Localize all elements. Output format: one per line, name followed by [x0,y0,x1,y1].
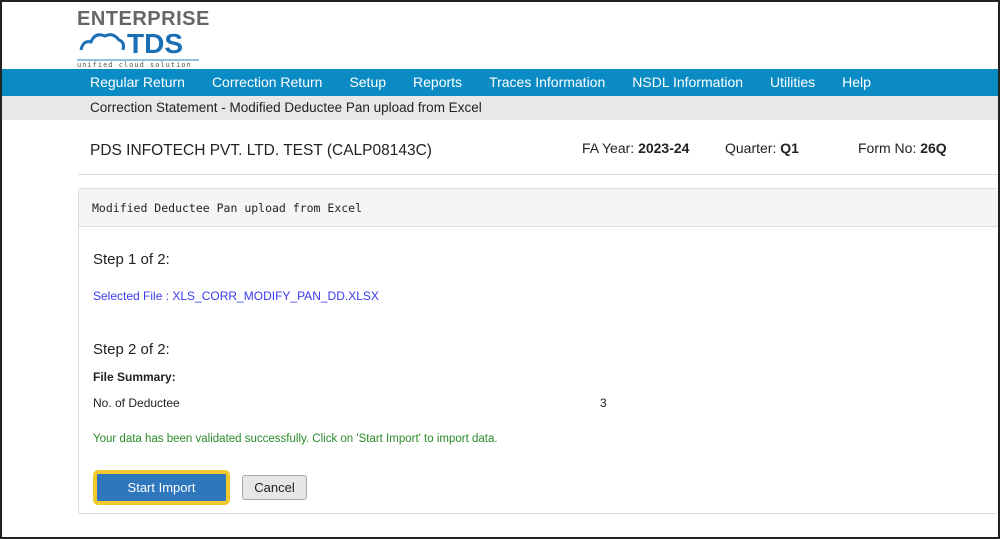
divider [78,174,998,175]
cloud-icon [79,33,125,51]
step1-heading: Step 1 of 2: [93,251,170,268]
nav-help[interactable]: Help [842,69,871,96]
cancel-button[interactable]: Cancel [242,475,307,500]
quarter: Quarter: Q1 [725,140,799,156]
form-no-label: Form No: [858,140,917,156]
breadcrumb: Correction Statement - Modified Deductee… [2,96,998,120]
nav-nsdl-information[interactable]: NSDL Information [632,69,743,96]
nav-regular-return[interactable]: Regular Return [90,69,185,96]
nav-correction-return[interactable]: Correction Return [212,69,323,96]
logo: ENTERPRISE TDS unified cloud solution [77,8,209,69]
upload-panel: Modified Deductee Pan upload from Excel … [78,188,998,514]
nav-setup[interactable]: Setup [349,69,386,96]
quarter-value: Q1 [780,140,799,156]
selected-file: Selected File : XLS_CORR_MODIFY_PAN_DD.X… [93,289,379,303]
logo-tagline: unified cloud solution [77,59,199,69]
fa-year: FA Year: 2023-24 [582,140,689,156]
nav-utilities[interactable]: Utilities [770,69,815,96]
quarter-label: Quarter: [725,140,777,156]
main-nav: Regular Return Correction Return Setup R… [2,69,998,96]
step2-heading: Step 2 of 2: [93,341,170,358]
company-name: PDS INFOTECH PVT. LTD. TEST (CALP08143C) [90,142,432,159]
start-import-button[interactable]: Start Import [93,470,230,505]
deductee-count-value: 3 [600,396,607,410]
fa-year-label: FA Year: [582,140,635,156]
logo-tds: TDS [127,28,183,59]
deductee-count-label: No. of Deductee [93,396,180,410]
nav-traces-information[interactable]: Traces Information [489,69,605,96]
nav-reports[interactable]: Reports [413,69,462,96]
validation-message: Your data has been validated successfull… [93,433,498,445]
fa-year-value: 2023-24 [638,140,690,156]
form-no-value: 26Q [920,140,947,156]
form-no: Form No: 26Q [858,140,947,156]
file-summary-label: File Summary: [93,370,176,384]
panel-title: Modified Deductee Pan upload from Excel [79,189,998,227]
